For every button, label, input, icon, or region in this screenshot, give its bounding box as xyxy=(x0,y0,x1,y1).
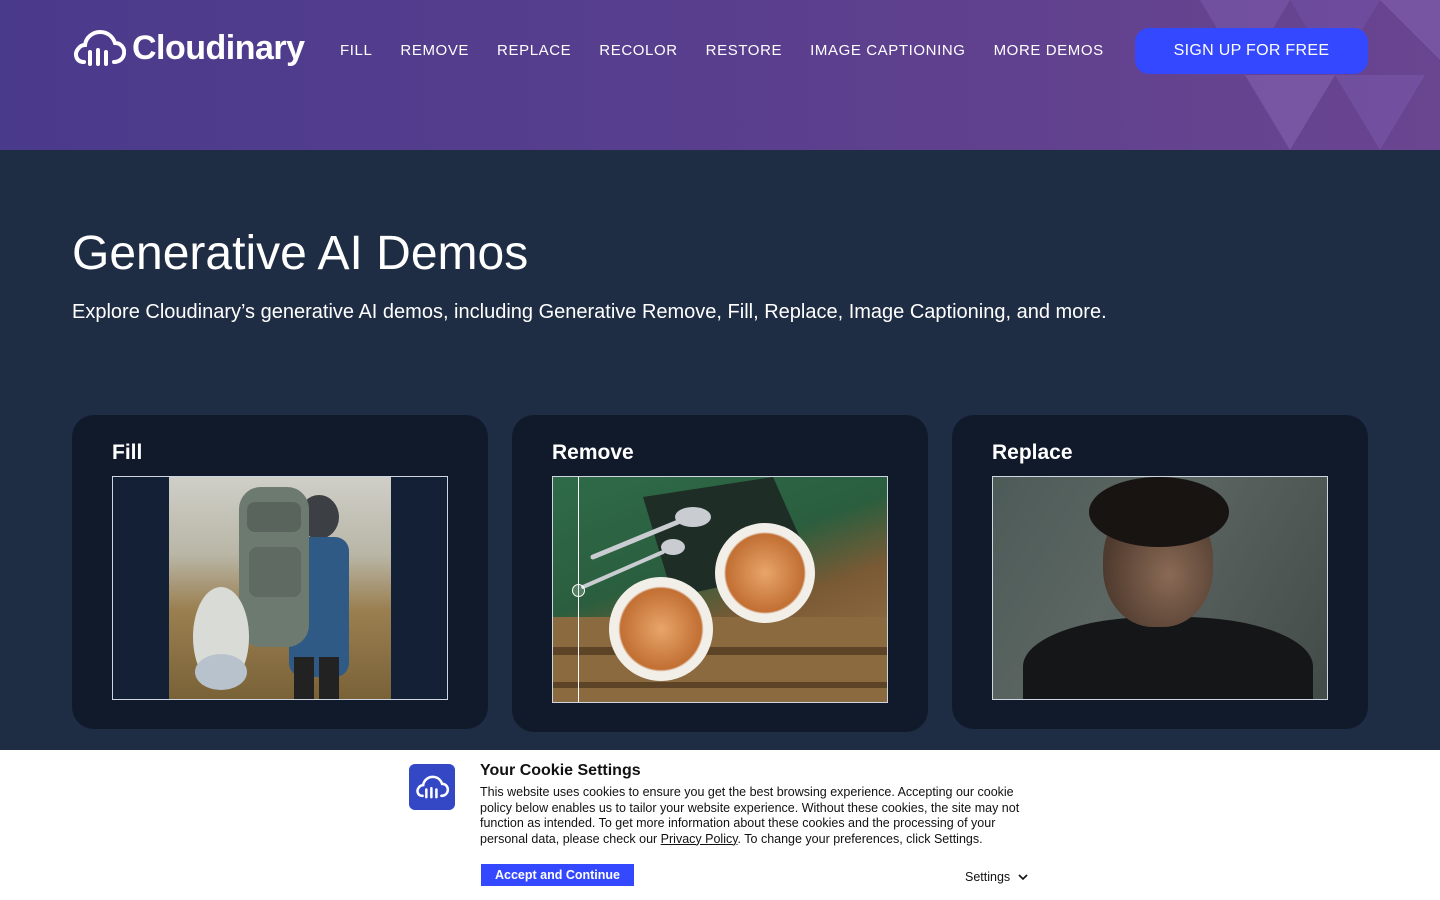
nav-recolor[interactable]: RECOLOR xyxy=(599,42,677,59)
nav-remove[interactable]: REMOVE xyxy=(400,42,469,59)
nav-more-demos[interactable]: MORE DEMOS xyxy=(994,42,1104,59)
sign-up-button[interactable]: SIGN UP FOR FREE xyxy=(1135,28,1368,74)
card-title: Replace xyxy=(992,441,1073,464)
person-hoodie xyxy=(1023,617,1313,699)
cookie-title: Your Cookie Settings xyxy=(480,762,641,779)
nav-fill[interactable]: FILL xyxy=(340,42,372,59)
person-hair xyxy=(1089,477,1229,547)
card-title: Fill xyxy=(112,441,143,464)
cookie-banner: Your Cookie Settings This website uses c… xyxy=(0,750,1440,900)
hiker-photo xyxy=(169,477,391,699)
cookie-logo xyxy=(409,764,455,810)
page-title: Generative AI Demos xyxy=(72,227,529,280)
latte-cup-1 xyxy=(715,523,815,623)
page-subtitle: Explore Cloudinary’s generative AI demos… xyxy=(72,301,1107,323)
demo-card-replace[interactable]: Replace xyxy=(952,415,1368,729)
main-nav: FILL REMOVE REPLACE RECOLOR RESTORE IMAG… xyxy=(340,42,1104,59)
accept-and-continue-button[interactable]: Accept and Continue xyxy=(481,864,634,886)
nav-restore[interactable]: RESTORE xyxy=(706,42,782,59)
card-title: Remove xyxy=(552,441,634,464)
hiker-illustration xyxy=(193,487,349,699)
triangle-pattern-decoration xyxy=(1200,0,1440,150)
settings-label: Settings xyxy=(965,870,1011,884)
site-header: Cloudinary FILL REMOVE REPLACE RECOLOR R… xyxy=(0,0,1440,150)
logo-text: Cloudinary xyxy=(132,28,305,67)
cloud-logo-icon xyxy=(74,29,126,66)
chevron-down-icon xyxy=(1018,873,1028,880)
cookie-text: This website uses cookies to ensure you … xyxy=(480,785,1040,847)
cloudinary-logo[interactable]: Cloudinary xyxy=(72,28,305,68)
nav-replace[interactable]: REPLACE xyxy=(497,42,571,59)
cloud-logo-icon xyxy=(416,775,449,799)
remove-demo-image[interactable] xyxy=(552,476,888,703)
cookie-settings-toggle[interactable]: Settings xyxy=(965,870,1028,884)
comparison-slider-handle[interactable] xyxy=(572,584,585,597)
demo-card-remove[interactable]: Remove xyxy=(512,415,928,732)
latte-cup-2 xyxy=(609,577,713,681)
nav-image-captioning[interactable]: IMAGE CAPTIONING xyxy=(810,42,965,59)
demo-card-fill[interactable]: Fill xyxy=(72,415,488,729)
cookie-text-part2: . To change your preferences, click Sett… xyxy=(737,831,983,846)
replace-demo-image[interactable] xyxy=(992,476,1328,700)
fill-demo-image[interactable] xyxy=(112,476,448,700)
privacy-policy-link[interactable]: Privacy Policy xyxy=(661,832,738,846)
